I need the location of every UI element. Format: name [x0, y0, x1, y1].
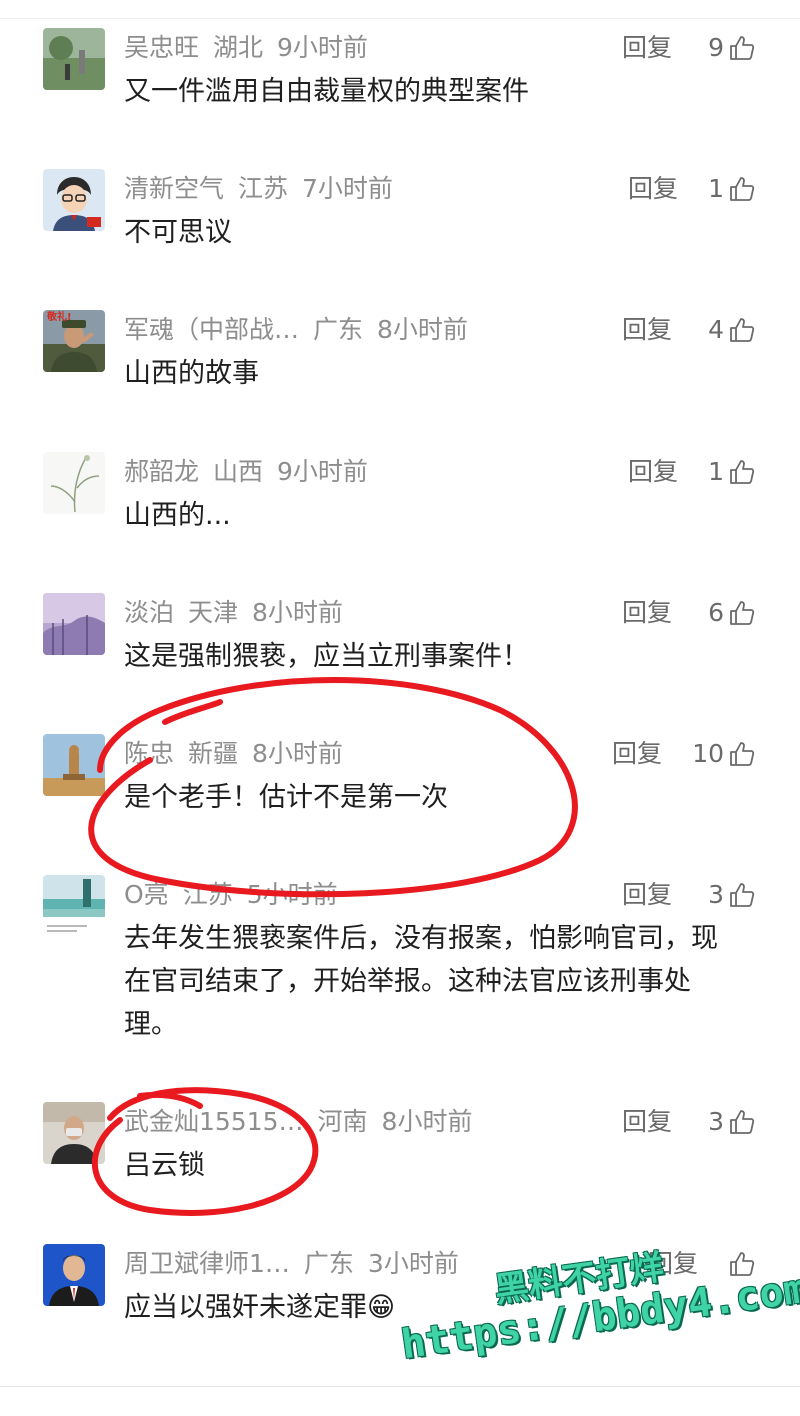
comment-time: 5小时前: [246, 880, 338, 909]
user-avatar[interactable]: [43, 1102, 105, 1164]
thumbs-up-icon: [730, 1110, 755, 1134]
like-count: 1: [708, 174, 724, 203]
user-name[interactable]: 淡泊: [124, 598, 174, 627]
bottom-divider: [0, 1386, 800, 1387]
user-name[interactable]: 郝韶龙: [124, 457, 199, 486]
user-region: 广东: [313, 315, 364, 344]
like-button[interactable]: 6: [708, 593, 756, 633]
comment-text: 是个老手！估计不是第一次: [124, 782, 448, 813]
user-avatar[interactable]: [43, 593, 105, 655]
like-count: 6: [708, 598, 724, 627]
reply-button[interactable]: 回复: [622, 28, 672, 68]
comment-meta: 郝韶龙 山西 9小时前: [124, 452, 382, 492]
comment-text: 不可思议: [124, 217, 232, 248]
comment-time: 7小时前: [302, 174, 393, 203]
comment-text: 这是强制猥亵，应当立刑事案件！: [124, 641, 529, 672]
like-count: 10: [692, 739, 724, 768]
like-button[interactable]: 9: [708, 28, 756, 68]
like-count: 1: [708, 457, 724, 486]
comment-text: 吕云锁: [124, 1150, 205, 1181]
user-name[interactable]: 吴忠旺: [124, 33, 199, 62]
comment-text: 去年发生猥亵案件后，没有报案，怕影响官司，现在官司结束了，开始举报。这种法官应该…: [124, 923, 718, 1040]
comment-text: 山西的...: [124, 500, 231, 531]
thumbs-up-icon: [730, 601, 755, 625]
like-button[interactable]: 4: [708, 310, 756, 350]
avatar-caption: 敬礼!: [47, 312, 72, 323]
reply-button[interactable]: 回复: [622, 310, 672, 350]
comment-time: 8小时前: [252, 739, 343, 768]
thumbs-up-icon: [730, 36, 755, 60]
user-region: 江苏: [182, 880, 233, 909]
user-name[interactable]: 周卫斌律师1…: [124, 1249, 290, 1278]
user-region: 广东: [303, 1249, 354, 1278]
comment-text: 山西的故事: [124, 358, 259, 389]
like-button[interactable]: 3: [708, 1102, 756, 1142]
like-button[interactable]: 10: [692, 734, 756, 774]
like-button[interactable]: 1: [708, 452, 756, 492]
like-button[interactable]: 1: [708, 169, 756, 209]
reply-button[interactable]: 回复: [628, 452, 678, 492]
thumbs-up-icon: [730, 318, 755, 342]
like-count: 9: [708, 33, 724, 62]
thumbs-up-icon: [730, 742, 755, 766]
user-avatar[interactable]: [43, 28, 105, 90]
reply-button[interactable]: 回复: [622, 1102, 672, 1142]
comment-meta: 武金灿15515… 河南 8小时前: [124, 1102, 486, 1142]
like-count: 3: [708, 1107, 724, 1136]
comment-time: 9小时前: [277, 33, 368, 62]
comment-meta: 军魂（中部战… 广东 8小时前: [124, 310, 482, 350]
user-avatar[interactable]: 敬礼!: [43, 310, 105, 372]
user-avatar[interactable]: [43, 1244, 105, 1306]
user-name[interactable]: 军魂（中部战…: [124, 315, 299, 344]
like-count: 4: [708, 315, 724, 344]
like-count: 3: [708, 880, 724, 909]
user-region: 山西: [213, 457, 264, 486]
comment-meta: 淡泊 天津 8小时前: [124, 593, 357, 633]
user-name[interactable]: 武金灿15515…: [124, 1107, 304, 1136]
top-divider: [0, 18, 800, 19]
user-name[interactable]: 陈忠: [124, 739, 174, 768]
reply-button[interactable]: 回复: [622, 593, 672, 633]
comment-meta: 陈忠 新疆 8小时前: [124, 734, 357, 774]
user-avatar[interactable]: [43, 734, 105, 796]
reply-button[interactable]: 回复: [628, 169, 678, 209]
comment-meta: 清新空气 江苏 7小时前: [124, 169, 407, 209]
user-avatar[interactable]: [43, 452, 105, 514]
thumbs-up-icon: [730, 883, 755, 907]
like-button[interactable]: 3: [708, 875, 756, 915]
user-region: 江苏: [238, 174, 289, 203]
user-region: 新疆: [188, 739, 239, 768]
comment-time: 8小时前: [377, 315, 468, 344]
comment-time: 8小时前: [252, 598, 343, 627]
user-name[interactable]: O亮: [124, 880, 169, 909]
thumbs-up-icon: [730, 460, 755, 484]
user-avatar[interactable]: [43, 875, 105, 937]
comment-time: 8小时前: [381, 1107, 473, 1136]
reply-button[interactable]: 回复: [622, 875, 672, 915]
comment-text: 又一件滥用自由裁量权的典型案件: [124, 76, 529, 107]
comment-meta: O亮 江苏 5小时前: [124, 875, 352, 915]
thumbs-up-icon: [730, 177, 755, 201]
comment-meta: 吴忠旺 湖北 9小时前: [124, 28, 382, 68]
reply-button[interactable]: 回复: [612, 734, 662, 774]
user-avatar[interactable]: [43, 169, 105, 231]
user-region: 天津: [188, 598, 239, 627]
comment-time: 9小时前: [277, 457, 368, 486]
user-name[interactable]: 清新空气: [124, 174, 224, 203]
user-region: 河南: [317, 1107, 368, 1136]
user-region: 湖北: [213, 33, 264, 62]
